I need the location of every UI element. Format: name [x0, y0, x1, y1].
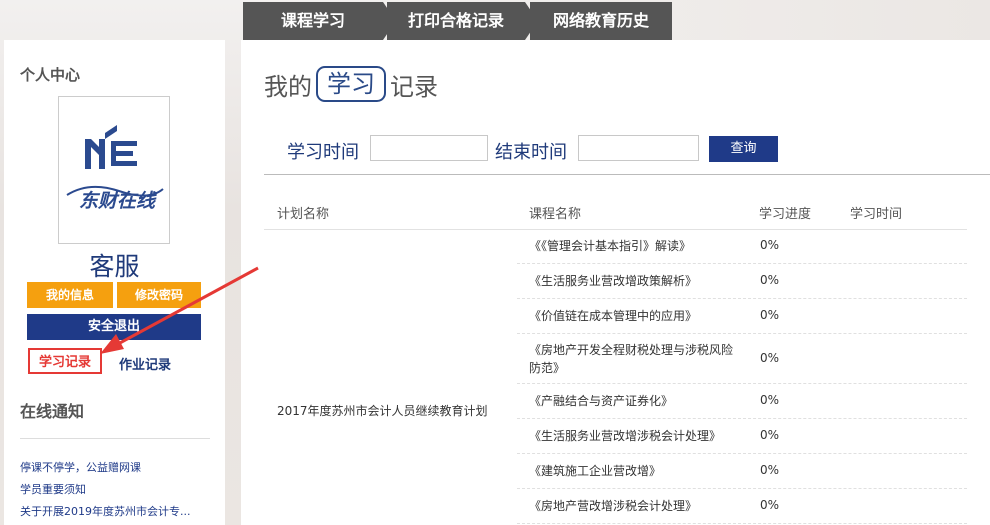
course-progress: 0%: [760, 308, 780, 322]
logout-button[interactable]: 安全退出: [27, 314, 201, 340]
tab-course-study[interactable]: 课程学习: [243, 2, 396, 40]
end-time-label: 结束时间: [495, 142, 567, 163]
username: 客服: [89, 252, 140, 281]
change-password-button[interactable]: 修改密码: [117, 282, 201, 308]
table-row: 《房地产开发全程财税处理与涉税风险防范》 0%: [517, 334, 967, 384]
course-name[interactable]: 《生活服务业营改增涉税会计处理》: [529, 427, 744, 445]
query-button[interactable]: 查询: [709, 136, 778, 162]
course-progress: 0%: [760, 273, 780, 287]
plan-name: 2017年度苏州市会计人员继续教育计划: [277, 404, 488, 418]
start-time-input[interactable]: [370, 135, 488, 161]
main-panel: 我的 学习 记录 学习时间 结束时间 查询 计划名称 课程名称 学习进度 学习时…: [241, 40, 990, 525]
page-title-prefix: 我的: [264, 72, 312, 101]
page-title: 我的 学习 记录: [264, 66, 438, 102]
table-row: 《《管理会计基本指引》解读》 0%: [517, 229, 967, 264]
end-time-input[interactable]: [578, 135, 699, 161]
course-name[interactable]: 《产融结合与资产证券化》: [529, 392, 744, 410]
course-name[interactable]: 《房地产开发全程财税处理与涉税风险防范》: [529, 341, 744, 377]
course-progress: 0%: [760, 393, 780, 407]
page-title-suffix: 记录: [390, 72, 438, 101]
course-progress: 0%: [760, 498, 780, 512]
dongcai-logo-icon: 东财在线: [66, 125, 164, 212]
course-progress: 0%: [760, 463, 780, 477]
notice-item[interactable]: 学员重要须知: [20, 481, 86, 497]
page-title-badge: 学习: [316, 66, 386, 102]
course-name[interactable]: 《《管理会计基本指引》解读》: [529, 237, 744, 255]
search-divider: [264, 174, 990, 175]
notice-divider: [20, 438, 210, 439]
start-time-label: 学习时间: [287, 142, 359, 163]
sidebar: 个人中心 东财在线 客服 我的信息 修改密码 安全退出 学习记录 作业记录 在线…: [4, 40, 225, 525]
table-row: 《生活服务业营改增政策解析》 0%: [517, 264, 967, 299]
table-row: 《房地产营改增涉税会计处理》 0%: [517, 489, 967, 524]
study-records-link[interactable]: 学习记录: [28, 348, 102, 374]
table-row: 《生活服务业营改增涉税会计处理》 0%: [517, 419, 967, 454]
column-header-plan: 计划名称: [277, 207, 330, 222]
course-name[interactable]: 《价值链在成本管理中的应用》: [529, 307, 744, 325]
course-progress: 0%: [760, 238, 780, 252]
sidebar-title: 个人中心: [20, 66, 81, 84]
notice-title: 在线通知: [20, 402, 85, 421]
course-name[interactable]: 《房地产营改增涉税会计处理》: [529, 497, 744, 515]
notice-item[interactable]: 关于开展2019年度苏州市会计专...: [20, 503, 190, 519]
column-header-course: 课程名称: [529, 207, 582, 222]
column-header-time: 学习时间: [850, 207, 903, 222]
course-progress: 0%: [760, 428, 780, 442]
course-name[interactable]: 《建筑施工企业营改增》: [529, 462, 744, 480]
svg-text:东财在线: 东财在线: [79, 190, 157, 212]
table-row: 《价值链在成本管理中的应用》 0%: [517, 299, 967, 334]
column-header-progress: 学习进度: [759, 207, 812, 222]
avatar: 东财在线: [58, 96, 170, 244]
tab-online-education-history[interactable]: 网络教育历史: [530, 2, 672, 40]
table-row: 《产融结合与资产证券化》 0%: [517, 384, 967, 419]
my-info-button[interactable]: 我的信息: [27, 282, 113, 308]
course-name[interactable]: 《生活服务业营改增政策解析》: [529, 272, 744, 290]
homework-records-link[interactable]: 作业记录: [119, 354, 171, 373]
course-progress: 0%: [760, 351, 780, 365]
table-row: 《建筑施工企业营改增》 0%: [517, 454, 967, 489]
tab-print-records[interactable]: 打印合格记录: [387, 2, 538, 40]
notice-item[interactable]: 停课不停学，公益赠网课: [20, 459, 141, 475]
